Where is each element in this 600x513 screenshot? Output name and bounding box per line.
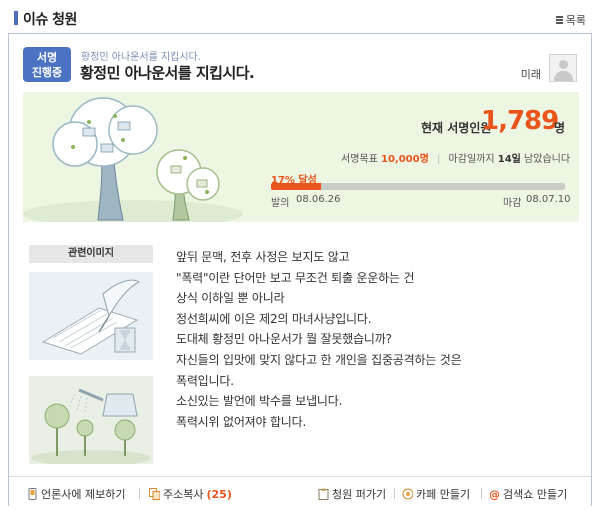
cafe-icon [402,488,413,500]
report-link[interactable]: 언론사에 제보하기 [27,486,125,502]
divider [139,488,140,499]
author-name[interactable]: 미래 [521,66,541,82]
body-line: 소신있는 발언에 박수를 보냅니다. [176,394,343,409]
report-label: 언론사에 제보하기 [41,488,126,501]
petition-panel: 서명 진행중 황정민 아나운서를 지킵시다. 황정민 아나운서를 지킵시다. 미… [8,33,592,506]
deadline-suffix: 남았습니다 [524,154,571,165]
petition-title: 황정민 아나운서를 지킵시다. [80,64,255,82]
copy-count: (25) [206,487,232,501]
related-image-watering[interactable] [29,376,153,464]
at-icon: @ [489,487,500,501]
divider: | [436,154,441,165]
body-line: 도대체 황정민 아나운서가 뭘 잘못했습니까? [176,332,392,347]
start-label: 발의 [271,198,290,209]
end-date: 08.07.10 [526,194,571,205]
copy-icon [149,488,160,500]
header-accent-bar [14,11,18,25]
list-button[interactable]: 목록 [555,12,586,28]
stats-banner: 현재 서명인원 1,789 명 서명목표 10,000명 | 마감일까지 14일… [23,92,579,222]
deadline-days: 14일 [497,154,521,165]
start-date: 08.06.26 [296,194,341,205]
status-badge: 서명 진행중 [23,47,71,82]
body-line: 폭력시위 없어져야 합니다. [176,414,307,429]
goal-value: 10,000명 [381,154,429,165]
clipboard-icon [318,488,329,500]
action-bar: 언론사에 제보하기 주소복사 (25) 청원 퍼가기 카페 만들기 @ 검색쇼 … [9,476,591,506]
divider [394,488,395,499]
body-line: "폭력"이란 단어만 보고 무조건 퇴출 운운하는 건 [176,270,415,285]
petition-subtitle: 황정민 아나운서를 지킵시다. [81,52,201,63]
current-count: 1,789 [481,106,559,136]
current-count-unit: 명 [554,121,566,135]
cafe-link[interactable]: 카페 만들기 [402,486,470,502]
avatar-body [554,71,573,81]
body-line: 상식 이하일 뿐 아니라 [176,291,285,306]
status-line2: 진행중 [31,66,63,79]
search-label: 검색쇼 만들기 [503,488,568,501]
progress-bar [271,183,565,190]
copy-address-link[interactable]: 주소복사 (25) [149,486,232,502]
body-line: 폭력입니다. [176,373,234,388]
body-line: 자신들의 입맛에 맞지 않다고 한 개인을 집중공격하는 것은 [176,352,462,367]
petition-body: 앞뒤 문맥, 전후 사정은 보지도 않고 "폭력"이란 단어만 보고 무조건 퇴… [176,247,576,432]
list-label: 목록 [565,14,586,27]
divider [481,488,482,499]
related-images-label: 관련이미지 [29,245,153,263]
tree-illustration [23,97,243,222]
body-line: 정선희씨에 이은 제2의 마녀사냥입니다. [176,311,372,326]
avatar[interactable] [549,54,577,82]
search-show-link[interactable]: @ 검색쇼 만들기 [489,486,567,502]
copy-label: 주소복사 [163,488,204,501]
deadline-prefix: 마감일까지 [448,154,495,165]
share-petition-link[interactable]: 청원 퍼가기 [318,486,386,502]
status-line1: 서명 [36,51,58,64]
related-image-document[interactable] [29,272,153,360]
share-label: 청원 퍼가기 [332,488,387,501]
body-line: 앞뒤 문맥, 전후 사정은 보지도 않고 [176,250,350,264]
avatar-head [559,60,568,69]
goal-label: 서명목표 [341,154,378,165]
goal-line: 서명목표 10,000명 | 마감일까지 14일 남았습니다 [341,150,570,165]
section-header: 이슈 청원 목록 [14,8,590,28]
section-title: 이슈 청원 [23,12,77,28]
phone-icon [28,488,37,500]
list-icon [555,16,563,24]
cafe-label: 카페 만들기 [416,488,471,501]
end-label: 마감 [503,198,522,209]
progress-fill [271,183,321,190]
